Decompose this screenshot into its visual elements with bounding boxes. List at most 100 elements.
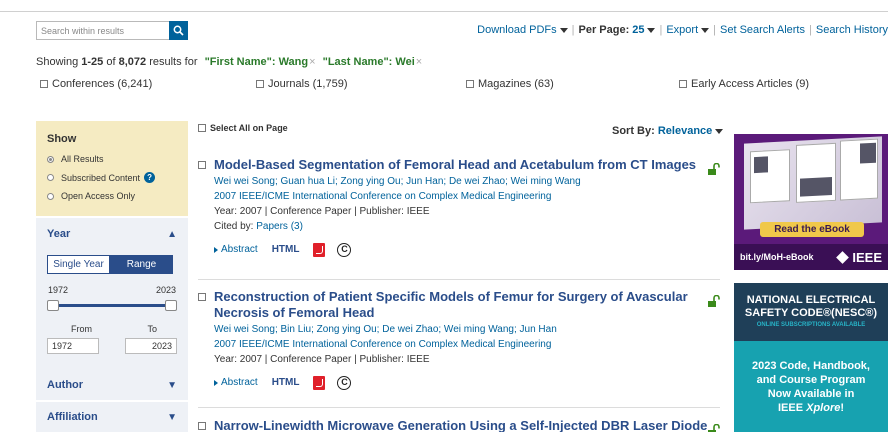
tab-range[interactable]: Range [110,255,173,274]
toolbar-separator: | [809,24,812,36]
result-divider [198,279,720,280]
checkbox[interactable] [466,80,474,88]
caret-down-icon [715,128,724,134]
filter-tag-last-name: "Last Name": Wei× [323,56,423,68]
copyright-icon[interactable]: C [337,242,352,257]
result-checkbox[interactable] [198,422,206,430]
per-page-select[interactable]: 25 [632,24,656,36]
show-option-subscribed[interactable]: Subscribed Content? [47,172,177,183]
author-facet[interactable]: Author ▼ [36,370,188,400]
result-checkbox[interactable] [198,161,206,169]
show-filter-panel: Show All Results Subscribed Content? Ope… [36,121,188,216]
checkbox[interactable] [679,80,687,88]
pdf-icon[interactable] [313,242,326,257]
chevron-down-icon[interactable]: ▼ [167,380,177,391]
radio-selected[interactable] [47,155,54,163]
slider-handle-end[interactable] [165,300,177,311]
checkbox[interactable] [198,124,206,132]
nesc-line3: Now Available in [767,388,855,400]
nesc-ad[interactable]: NATIONAL ELECTRICAL SAFETY CODE®(NESC®) … [734,283,888,432]
checkbox[interactable] [256,80,264,88]
abstract-label: Abstract [221,377,258,388]
content-type-label: Magazines (63) [478,78,554,90]
html-link[interactable]: HTML [272,242,300,257]
per-page-label: Per Page: [578,24,630,36]
radio[interactable] [47,174,54,181]
read-ebook-button[interactable]: Read the eBook [760,222,864,237]
year-facet: Year ▲ Single Year Range 1972 2023 From To [36,218,188,370]
html-link[interactable]: HTML [272,375,300,390]
result-authors[interactable]: Wei wei Song; Bin Liu; Zong ying Ou; De … [214,322,720,337]
affiliation-facet[interactable]: Affiliation ▼ [36,402,188,432]
year-facet-header[interactable]: Year ▲ [47,228,177,240]
result-body: Wei wei Song; Bin Liu; Zong ying Ou; De … [214,322,720,390]
author-title: Author [47,379,84,391]
abstract-toggle[interactable]: Abstract [214,242,258,257]
search-input[interactable] [36,21,169,40]
radio[interactable] [47,192,54,200]
affiliation-facet-header[interactable]: Affiliation ▼ [47,411,177,423]
content-type-label: Conferences (6,241) [52,78,153,90]
sort-by: Sort By: Relevance [612,125,724,137]
result-title-row: Model-Based Segmentation of Femoral Head… [198,157,720,173]
select-all-on-page[interactable]: Select All on Page [198,123,288,133]
pdf-icon[interactable] [313,375,326,390]
search-history-link[interactable]: Search History [816,24,888,36]
sort-label: Sort By: [612,125,655,137]
result-authors[interactable]: Wei wei Song; Guan hua Li; Zong ying Ou;… [214,174,720,189]
result-title[interactable]: Model-Based Segmentation of Femoral Head… [214,157,720,173]
copyright-icon[interactable]: C [337,375,352,390]
result-title[interactable]: Reconstruction of Patient Specific Model… [214,289,720,321]
affiliation-title: Affiliation [47,411,98,423]
content-type-journals[interactable]: Journals (1,759) [256,78,348,90]
content-type-label: Journals (1,759) [268,78,348,90]
search-button[interactable] [169,21,188,40]
result-cited-by: Cited by: Papers (3) [214,219,720,234]
abstract-toggle[interactable]: Abstract [214,375,258,390]
chevron-down-icon[interactable]: ▼ [167,412,177,423]
cited-by-label: Cited by: [214,221,254,232]
result-publication[interactable]: 2007 IEEE/ICME International Conference … [214,189,720,204]
select-all-label: Select All on Page [210,123,288,133]
show-option-label: All Results [61,154,104,164]
slider-track [51,304,173,307]
toolbar-separator: | [571,24,575,36]
question-icon[interactable]: ? [144,172,156,183]
to-year-input[interactable] [125,338,177,354]
year-mode-toggle: Single Year Range [47,255,173,274]
content-type-magazines[interactable]: Magazines (63) [466,78,554,90]
nesc-subtitle: ONLINE SUBSCRIPTIONS AVAILABLE [756,322,866,328]
export-button[interactable]: Export [666,24,710,36]
content-type-early-access[interactable]: Early Access Articles (9) [679,78,809,90]
show-option-all-results[interactable]: All Results [47,154,177,164]
expand-triangle-icon [214,246,218,253]
content-type-conferences[interactable]: Conferences (6,241) [40,78,152,90]
chevron-up-icon[interactable]: ▲ [167,229,177,240]
cited-by-link[interactable]: Papers (3) [256,221,303,232]
author-facet-header[interactable]: Author ▼ [47,379,177,391]
set-search-alerts-link[interactable]: Set Search Alerts [720,24,805,36]
from-year-input[interactable] [47,338,99,354]
remove-filter-icon[interactable]: × [309,56,315,68]
show-option-open-access[interactable]: Open Access Only [47,191,177,201]
slider-handle-start[interactable] [47,300,59,311]
checkbox[interactable] [40,80,48,88]
expand-triangle-icon [214,379,218,386]
ebook-ad-footer: bit.ly/MoH-eBook IEEE [734,244,888,270]
export-label: Export [666,24,699,36]
ebook-ad[interactable]: Read the eBook bit.ly/MoH-eBook IEEE [734,134,888,270]
result-publication[interactable]: 2007 IEEE/ICME International Conference … [214,337,720,352]
result-links: Abstract HTML C [214,375,720,390]
download-pdfs-button[interactable]: Download PDFs [477,24,568,36]
tab-single-year[interactable]: Single Year [47,255,110,274]
filter-tag-label: "Last Name": Wei [322,56,415,68]
result-checkbox[interactable] [198,293,206,301]
sort-select[interactable]: Relevance [658,125,724,137]
year-range-slider[interactable] [47,300,177,311]
preview-photo [754,156,768,174]
remove-filter-icon[interactable]: × [416,56,422,68]
result-title[interactable]: Narrow-Linewidth Microwave Generation Us… [214,418,720,432]
download-pdfs-label: Download PDFs [477,24,557,36]
search-bar [36,21,188,40]
ebook-url: bit.ly/MoH-eBook [740,252,814,262]
